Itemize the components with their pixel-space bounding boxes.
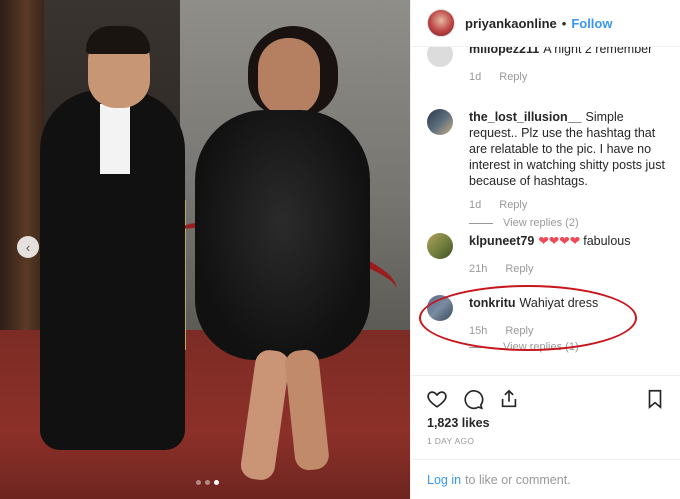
share-icon — [501, 389, 517, 408]
avatar[interactable] — [427, 9, 455, 37]
view-replies-line — [469, 222, 493, 224]
comment-item: klpuneet79 ❤❤❤❤ fabulous 21h Reply — [427, 233, 667, 275]
comment-list[interactable]: miilopez211 A night 2 remember 1d Reply t… — [411, 47, 680, 375]
chevron-left-icon: ‹ — [25, 239, 31, 255]
avatar[interactable] — [427, 109, 453, 135]
carousel-prev-button[interactable]: ‹ — [17, 236, 39, 258]
carousel-dot[interactable] — [205, 480, 210, 485]
carousel-dot[interactable] — [196, 480, 201, 485]
reply-button[interactable]: Reply — [505, 263, 533, 275]
comment-age: 1d — [469, 199, 482, 211]
like-count[interactable]: 1,823 likes — [411, 414, 680, 430]
post-timestamp: 1 DAY AGO — [427, 436, 475, 446]
comment-button[interactable] — [461, 387, 485, 411]
save-button[interactable] — [643, 387, 667, 411]
comment-age: 21h — [469, 263, 488, 275]
reply-button[interactable]: Reply — [499, 71, 527, 83]
like-button[interactable] — [425, 387, 449, 411]
avatar[interactable] — [427, 47, 453, 67]
post-photo[interactable]: ‹ — [0, 0, 410, 499]
comment-meta: 1d Reply — [469, 199, 667, 211]
reply-button[interactable]: Reply — [505, 325, 533, 337]
heart-icon — [427, 391, 447, 408]
view-replies-button[interactable]: View replies (2) — [469, 217, 667, 229]
carousel-dots — [196, 480, 219, 485]
avatar[interactable] — [427, 233, 453, 259]
comment-username[interactable]: the_lost_illusion__ — [469, 110, 582, 124]
comment-text-block: miilopez211 A night 2 remember — [469, 47, 667, 57]
photo-man-shirt — [100, 104, 130, 174]
comment-username[interactable]: miilopez211 — [469, 47, 539, 56]
comment-text: Wahiyat dress — [519, 296, 599, 310]
follow-button[interactable]: Follow — [571, 16, 612, 31]
comment-text-block: the_lost_illusion__ Simple request.. Plz … — [469, 109, 667, 189]
post-side-panel: priyankaonline • Follow miilopez211 A nig… — [410, 0, 680, 499]
bookmark-icon — [648, 389, 662, 410]
view-replies-label: View replies (2) — [503, 217, 579, 229]
view-replies-label: View replies (1) — [503, 341, 579, 353]
reply-button[interactable]: Reply — [499, 199, 527, 211]
comment-username[interactable]: klpuneet79 — [469, 234, 534, 248]
comment-text: A night 2 remember — [543, 47, 653, 56]
login-suffix: to like or comment. — [465, 472, 571, 487]
comment-item: the_lost_illusion__ Simple request.. Plz … — [427, 109, 667, 229]
post-actions: 1,823 likes 1 DAY AGO — [411, 375, 680, 446]
share-button[interactable] — [497, 387, 521, 411]
comment-item: miilopez211 A night 2 remember 1d Reply — [427, 47, 667, 83]
post-header: priyankaonline • Follow — [411, 0, 680, 47]
comment-text-block: tonkritu Wahiyat dress — [469, 295, 667, 311]
login-prompt: Log in to like or comment. — [411, 459, 680, 499]
heart-emoji-icon: ❤❤❤❤ — [538, 234, 581, 248]
action-icon-row — [411, 376, 680, 414]
login-link[interactable]: Log in — [427, 473, 461, 487]
view-replies-line — [469, 346, 493, 348]
comment-text-block: klpuneet79 ❤❤❤❤ fabulous — [469, 233, 667, 249]
photo-woman-head — [258, 38, 320, 116]
view-replies-button[interactable]: View replies (1) — [469, 341, 667, 353]
comment-username[interactable]: tonkritu — [469, 296, 516, 310]
photo-woman-dress — [195, 110, 370, 360]
comment-item: tonkritu Wahiyat dress 15h Reply View rep… — [427, 295, 667, 353]
carousel-dot-active[interactable] — [214, 480, 219, 485]
comment-meta: 15h Reply — [469, 325, 667, 337]
header-separator: • — [561, 15, 567, 31]
comment-meta: 1d Reply — [469, 71, 667, 83]
avatar[interactable] — [427, 295, 453, 321]
comment-bubble-icon — [464, 390, 484, 410]
photo-man-hair — [86, 26, 150, 54]
comment-age: 1d — [469, 71, 482, 83]
comment-age: 15h — [469, 325, 488, 337]
comment-text: fabulous — [583, 234, 631, 248]
comment-meta: 21h Reply — [469, 263, 667, 275]
post-username[interactable]: priyankaonline — [465, 16, 557, 31]
